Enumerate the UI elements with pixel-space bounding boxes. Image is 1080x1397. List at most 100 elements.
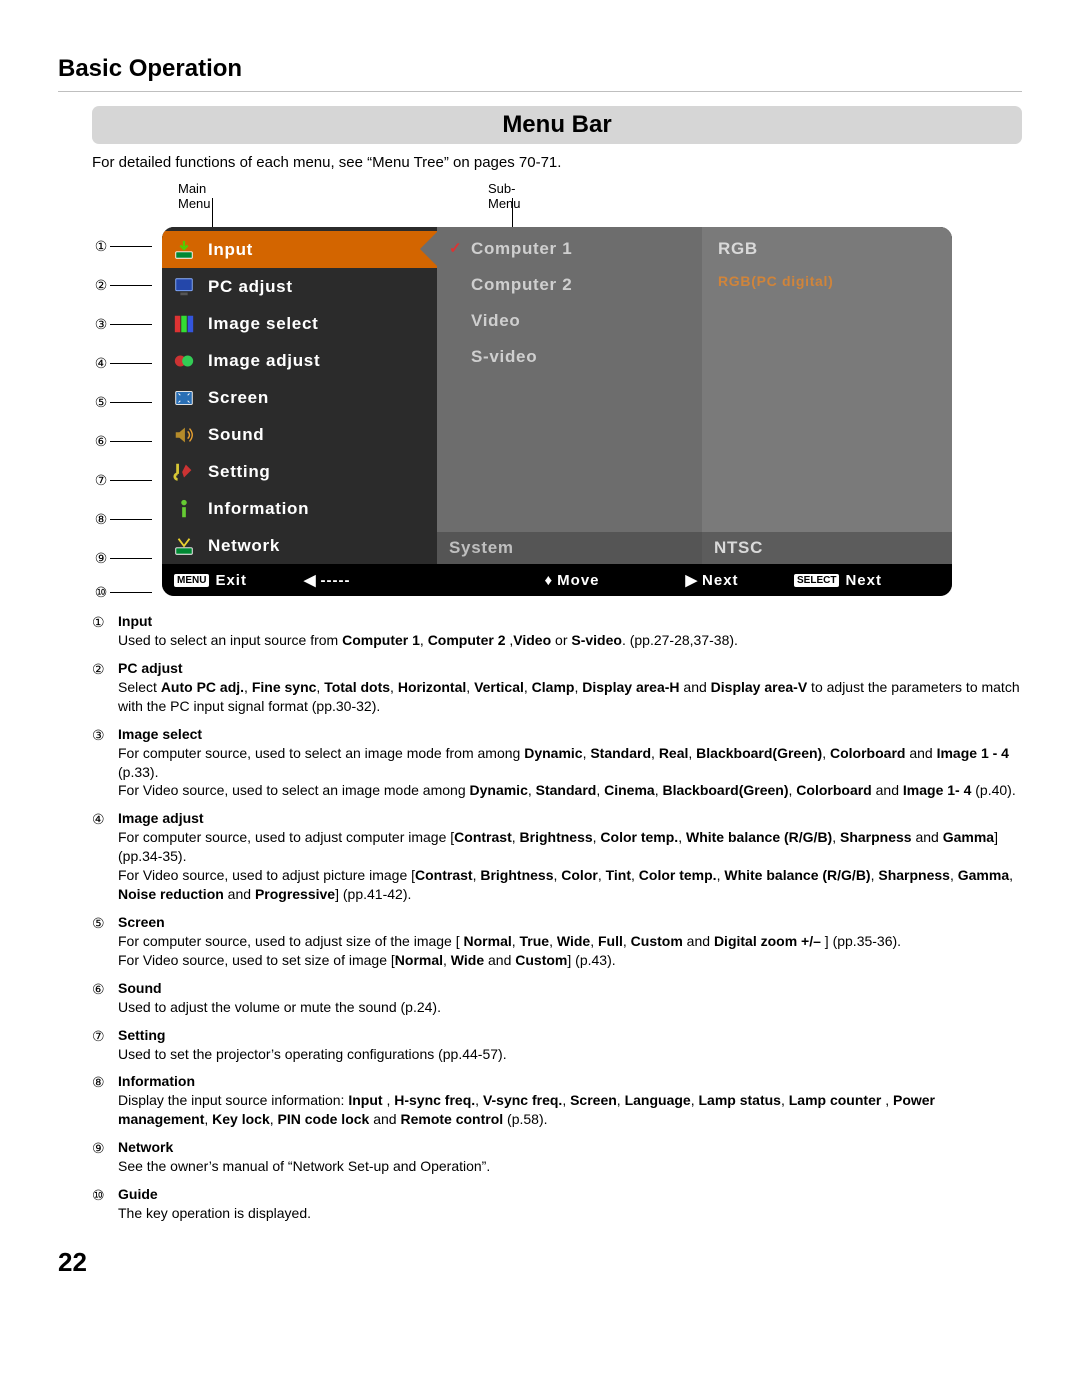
- desc-text: See the owner’s manual of “Network Set-u…: [118, 1157, 1022, 1176]
- callout-1: ①: [92, 238, 110, 255]
- callout-5: ⑤: [92, 394, 110, 411]
- osd-panel: Input PC adjust Image select: [162, 227, 952, 596]
- desc-item: ②PC adjust Select Auto PC adj., Fine sync…: [92, 660, 1022, 718]
- desc-number: ②: [92, 660, 118, 718]
- desc-title: Network: [118, 1139, 1022, 1155]
- desc-text: For computer source, used to adjust size…: [118, 932, 1022, 970]
- menu-item-label: Input: [208, 240, 253, 260]
- desc-body: Setting Used to set the projector’s opera…: [118, 1027, 1022, 1066]
- desc-item: ⑨Network See the owner’s manual of “Netwo…: [92, 1139, 1022, 1178]
- desc-body: Screen For computer source, used to adjus…: [118, 914, 1022, 972]
- desc-number: ③: [92, 726, 118, 803]
- menu-item-label: Image select: [208, 314, 318, 334]
- menu-item-label: Information: [208, 499, 309, 519]
- section-title: Basic Operation: [58, 55, 1022, 83]
- desc-title: Information: [118, 1073, 1022, 1089]
- sub-item-computer1[interactable]: Computer 1: [449, 235, 702, 271]
- osd-detail-column: RGB RGB(PC digital) NTSC: [702, 227, 952, 564]
- desc-body: Network See the owner’s manual of “Networ…: [118, 1139, 1022, 1178]
- nav-badge-menu: MENU: [174, 574, 209, 587]
- desc-item: ⑤Screen For computer source, used to adju…: [92, 914, 1022, 972]
- menu-item-label: Image adjust: [208, 351, 320, 371]
- menu-item-label: Network: [208, 536, 280, 556]
- osd-main-column: Input PC adjust Image select: [162, 227, 437, 564]
- desc-title: Image adjust: [118, 810, 1022, 826]
- desc-number: ⑨: [92, 1139, 118, 1178]
- desc-item: ④Image adjust For computer source, used t…: [92, 810, 1022, 906]
- sub-item-computer2[interactable]: Computer 2: [449, 271, 702, 307]
- desc-text: Used to select an input source from Comp…: [118, 631, 1022, 650]
- sub-item-video[interactable]: Video: [449, 307, 702, 343]
- rgb-bars-icon: [170, 311, 198, 337]
- desc-body: InputUsed to select an input source from…: [118, 613, 1022, 652]
- nav-badge-select: SELECT: [794, 574, 839, 587]
- nav-left-arrow-icon: ◀: [304, 571, 317, 589]
- nav-right-arrow-icon: ▶: [685, 571, 698, 589]
- label-main-menu: Main Menu: [178, 181, 211, 211]
- menu-item-image-adjust[interactable]: Image adjust: [162, 342, 437, 379]
- label-sub-line: [512, 198, 513, 228]
- callout-2: ②: [92, 277, 110, 294]
- desc-body: SoundUsed to adjust the volume or mute t…: [118, 980, 1022, 1019]
- menu-item-network[interactable]: Network: [162, 527, 437, 564]
- detail-item-rgb-pc-digital[interactable]: RGB(PC digital): [714, 271, 952, 301]
- desc-number: ⑩: [92, 1186, 118, 1225]
- menu-item-label: Setting: [208, 462, 271, 482]
- menu-item-label: Sound: [208, 425, 264, 445]
- label-main-line: [212, 198, 213, 228]
- desc-title: Setting: [118, 1027, 1022, 1043]
- desc-item: ⑩GuideThe key operation is displayed.: [92, 1186, 1022, 1225]
- desc-title: PC adjust: [118, 660, 1022, 676]
- desc-body: Information Display the input source info…: [118, 1073, 1022, 1131]
- callout-4: ④: [92, 355, 110, 372]
- input-icon: [170, 237, 198, 263]
- callout-6: ⑥: [92, 433, 110, 450]
- menu-item-information[interactable]: Information: [162, 490, 437, 527]
- desc-text: Display the input source information: In…: [118, 1091, 1022, 1129]
- nav-next2: Next: [845, 572, 882, 589]
- desc-text: For computer source, used to adjust comp…: [118, 828, 1022, 904]
- desc-item: ⑦Setting Used to set the projector’s oper…: [92, 1027, 1022, 1066]
- label-sub-menu: Sub-Menu: [488, 181, 521, 211]
- desc-title: Screen: [118, 914, 1022, 930]
- desc-number: ⑥: [92, 980, 118, 1019]
- menu-item-image-select[interactable]: Image select: [162, 305, 437, 342]
- desc-text: Used to set the projector’s operating co…: [118, 1045, 1022, 1064]
- sub-item-svideo[interactable]: S-video: [449, 343, 702, 379]
- speaker-icon: [170, 422, 198, 448]
- desc-item: ③Image selectFor computer source, used t…: [92, 726, 1022, 803]
- detail-footer-ntsc: NTSC: [702, 532, 952, 564]
- nav-move: Move: [557, 572, 599, 589]
- monitor-icon: [170, 274, 198, 300]
- nav-exit: Exit: [215, 572, 247, 589]
- menu-item-screen[interactable]: Screen: [162, 379, 437, 416]
- menu-item-label: PC adjust: [208, 277, 293, 297]
- desc-text: Select Auto PC adj., Fine sync, Total do…: [118, 678, 1022, 716]
- callout-8: ⑧: [92, 511, 110, 528]
- callout-9: ⑨: [92, 550, 110, 567]
- desc-item: ⑧InformationDisplay the input source inf…: [92, 1073, 1022, 1131]
- menu-item-setting[interactable]: Setting: [162, 453, 437, 490]
- menu-item-input[interactable]: Input: [162, 231, 437, 268]
- desc-number: ⑤: [92, 914, 118, 972]
- network-icon: [170, 533, 198, 559]
- osd-figure: Main Menu Sub-Menu ① ② ③ ④ ⑤ ⑥ ⑦ ⑧ ⑨ ⑩: [92, 181, 1022, 605]
- callout-column: ① ② ③ ④ ⑤ ⑥ ⑦ ⑧ ⑨ ⑩: [92, 235, 152, 620]
- info-icon: [170, 496, 198, 522]
- desc-number: ⑦: [92, 1027, 118, 1066]
- desc-body: GuideThe key operation is displayed.: [118, 1186, 1022, 1225]
- detail-item-rgb[interactable]: RGB: [714, 235, 952, 271]
- desc-text: Used to adjust the volume or mute the so…: [118, 998, 1022, 1017]
- nav-updown-arrow-icon: ♦: [545, 572, 554, 589]
- description-list: ①InputUsed to select an input source fro…: [92, 613, 1022, 1225]
- sub-footer-system: System: [437, 532, 702, 564]
- menu-item-sound[interactable]: Sound: [162, 416, 437, 453]
- menu-item-label: Screen: [208, 388, 269, 408]
- desc-item: ①InputUsed to select an input source fro…: [92, 613, 1022, 652]
- menu-item-pc-adjust[interactable]: PC adjust: [162, 268, 437, 305]
- desc-body: Image selectFor computer source, used to…: [118, 726, 1022, 803]
- desc-title: Guide: [118, 1186, 1022, 1202]
- callout-3: ③: [92, 316, 110, 333]
- desc-number: ④: [92, 810, 118, 906]
- desc-text: For computer source, used to select an i…: [118, 744, 1022, 801]
